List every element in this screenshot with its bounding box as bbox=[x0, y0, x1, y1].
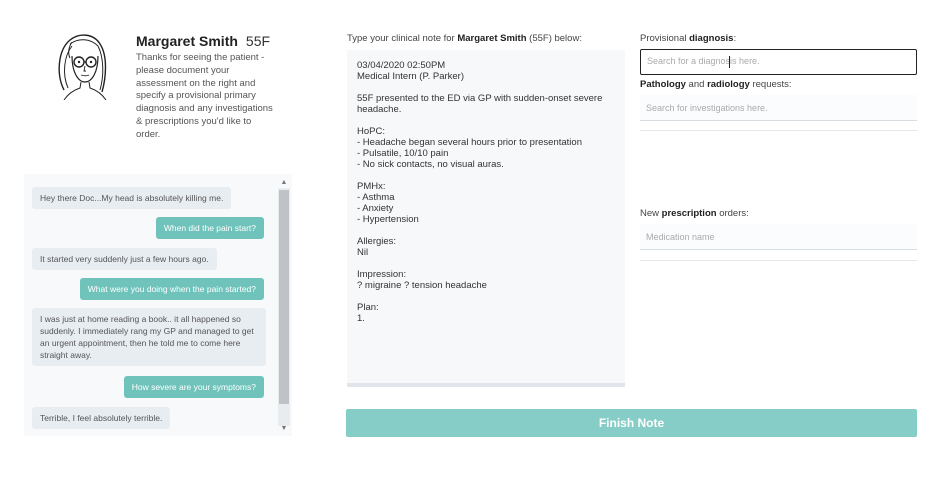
prescriptions-label-prefix: New bbox=[640, 208, 662, 219]
chat-message-doctor: How severe are your symptoms? bbox=[123, 376, 264, 398]
chat-scrollbar[interactable]: ▲ ▼ bbox=[278, 178, 290, 436]
diagnosis-label-prefix: Provisional bbox=[640, 33, 690, 44]
chat-message-doctor: When did the pain start? bbox=[155, 217, 264, 239]
medication-name-input[interactable]: Medication name bbox=[640, 224, 917, 250]
patient-avatar bbox=[58, 34, 107, 100]
medication-placeholder: Medication name bbox=[646, 232, 715, 242]
patient-name-row: Margaret Smith 55F bbox=[136, 33, 270, 49]
diagnosis-label-bold: diagnosis bbox=[689, 33, 734, 44]
chat-panel[interactable]: Hey there Doc...My head is absolutely ki… bbox=[24, 174, 292, 436]
prescriptions-label: New prescription orders: bbox=[640, 208, 749, 219]
patient-instructions: Thanks for seeing the patient - please d… bbox=[136, 52, 273, 140]
prescriptions-list-divider bbox=[640, 260, 917, 261]
patient-name: Margaret Smith bbox=[136, 33, 238, 49]
prescriptions-label-bold: prescription bbox=[661, 208, 717, 219]
investigations-label-bold2: radiology bbox=[707, 79, 750, 90]
investigations-placeholder: Search for investigations here. bbox=[646, 103, 768, 113]
chat-message-patient: It started very suddenly just a few hour… bbox=[32, 248, 217, 270]
investigations-label: Pathology and radiology requests: bbox=[640, 79, 792, 90]
note-label-prefix: Type your clinical note for bbox=[347, 33, 458, 44]
diagnosis-placeholder: Search for a diagnosis here. bbox=[647, 56, 760, 66]
text-cursor-icon bbox=[729, 56, 730, 68]
note-horizontal-scrollbar[interactable] bbox=[347, 383, 625, 387]
investigations-list-divider bbox=[640, 130, 917, 131]
patient-header: Margaret Smith 55F Thanks for seeing the … bbox=[48, 30, 288, 150]
clinical-note-textarea[interactable]: 03/04/2020 02:50PM Medical Intern (P. Pa… bbox=[347, 50, 625, 386]
note-label-suffix: (55F) below: bbox=[526, 33, 582, 44]
chat-message-patient: Terrible, I feel absolutely terrible. bbox=[32, 407, 171, 429]
chat-message-doctor: What were you doing when the pain starte… bbox=[79, 278, 264, 300]
chat-message-patient: Hey there Doc...My head is absolutely ki… bbox=[32, 187, 232, 209]
finish-note-button[interactable]: Finish Note bbox=[346, 409, 917, 437]
note-label: Type your clinical note for Margaret Smi… bbox=[347, 33, 582, 44]
diagnosis-label-suffix: : bbox=[733, 33, 737, 44]
diagnosis-label: Provisional diagnosis: bbox=[640, 33, 736, 44]
investigations-label-bold1: Pathology bbox=[640, 79, 686, 90]
scroll-up-icon[interactable]: ▲ bbox=[278, 178, 290, 188]
scroll-down-icon[interactable]: ▼ bbox=[278, 424, 290, 434]
clinical-note-text[interactable]: 03/04/2020 02:50PM Medical Intern (P. Pa… bbox=[357, 60, 617, 324]
patient-age-sex: 55F bbox=[245, 33, 271, 49]
scrollbar-thumb[interactable] bbox=[279, 190, 289, 404]
chat-message-patient: I was just at home reading a book.. it a… bbox=[32, 308, 266, 366]
diagnosis-search-input[interactable]: Search for a diagnosis here. bbox=[640, 49, 917, 75]
investigations-label-suffix: requests: bbox=[749, 79, 792, 90]
investigations-search-input[interactable]: Search for investigations here. bbox=[640, 95, 917, 121]
investigations-label-mid: and bbox=[685, 79, 708, 90]
prescriptions-label-suffix: orders: bbox=[716, 208, 749, 219]
note-label-name: Margaret Smith bbox=[457, 33, 527, 44]
